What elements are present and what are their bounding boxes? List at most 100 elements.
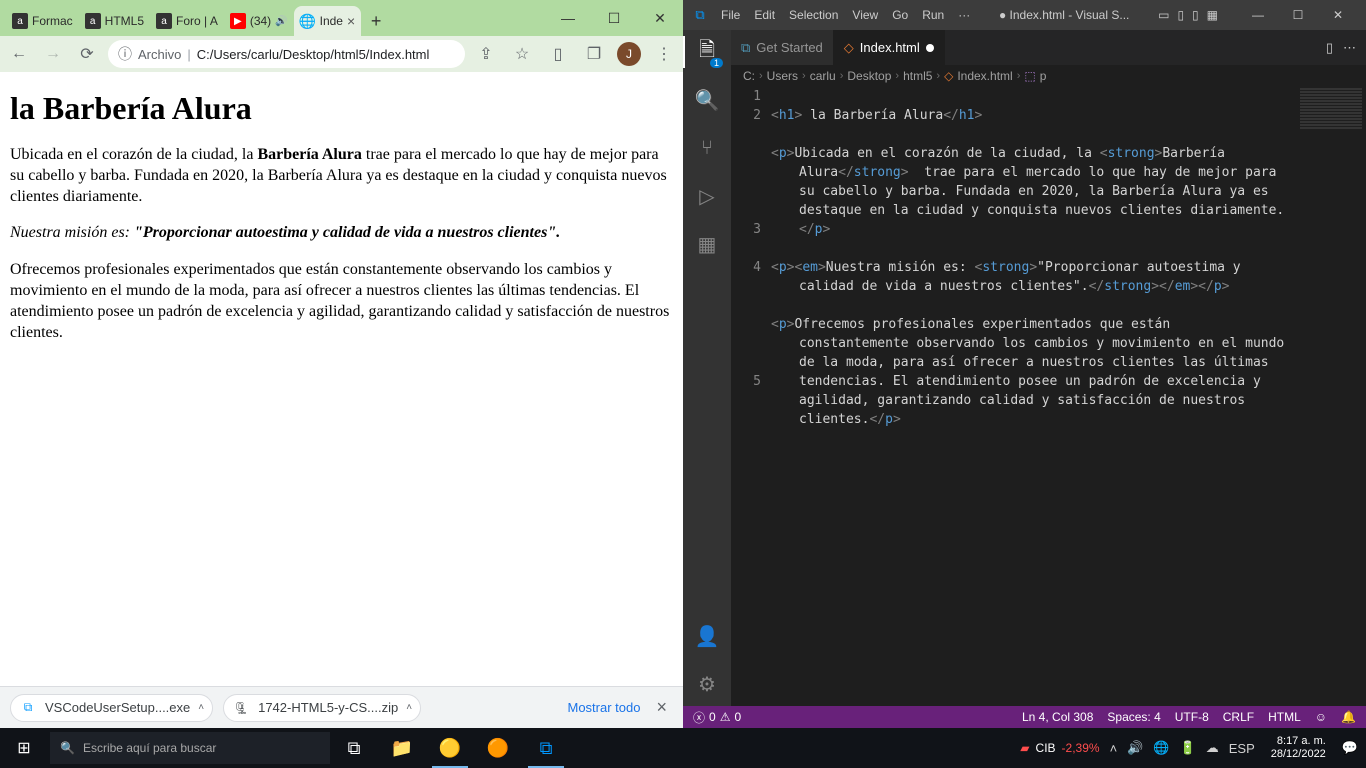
new-tab-button[interactable]: + xyxy=(361,6,391,36)
chevron-right-icon: › xyxy=(802,70,806,82)
crumb[interactable]: html5 xyxy=(903,69,932,83)
taskbar-search[interactable]: 🔍 Escribe aquí para buscar xyxy=(50,732,330,764)
minimize-button[interactable]: — xyxy=(1238,8,1278,22)
status-problems[interactable]: ⓧ 0 ⚠ 0 xyxy=(693,709,741,726)
text-strong: Barbería Alura xyxy=(257,146,361,163)
status-eol[interactable]: CRLF xyxy=(1223,710,1254,724)
network-icon[interactable]: 🌐 xyxy=(1153,740,1169,756)
maximize-button[interactable]: ☐ xyxy=(591,0,637,36)
language-indicator[interactable]: ESP xyxy=(1229,741,1255,756)
menu-edit[interactable]: Edit xyxy=(754,8,775,22)
warning-count: 0 xyxy=(734,710,741,724)
menu-view[interactable]: View xyxy=(852,8,878,22)
tab-index-active[interactable]: 🌐Inde× xyxy=(294,6,362,36)
layout-right-icon[interactable]: ▯ xyxy=(1192,8,1199,22)
crumb[interactable]: Users xyxy=(767,69,798,83)
close-button[interactable]: ✕ xyxy=(637,0,683,36)
more-actions-icon[interactable]: ⋯ xyxy=(1343,40,1356,56)
status-language[interactable]: HTML xyxy=(1268,710,1301,724)
vscode-body: 🗎1 🔍 ⑂ ▷ ▦ 👤 ⚙ ⧉Get Started ◇Index.html … xyxy=(683,30,1366,706)
action-center-icon[interactable]: 💬 xyxy=(1342,740,1358,756)
tab-index-html[interactable]: ◇Index.html xyxy=(834,30,945,65)
layout-panel-icon[interactable]: ▯ xyxy=(1177,8,1184,22)
search-icon[interactable]: 🔍 xyxy=(693,86,721,114)
stock-widget[interactable]: ▰ CIB -2,39% xyxy=(1020,741,1099,755)
source-control-icon[interactable]: ⑂ xyxy=(693,134,721,162)
forward-button[interactable]: → xyxy=(40,41,66,67)
layout-grid-icon[interactable]: ▦ xyxy=(1207,8,1218,22)
back-button[interactable]: ← xyxy=(6,41,32,67)
vscode-app-icon[interactable]: ⧉ xyxy=(522,728,570,768)
status-encoding[interactable]: UTF-8 xyxy=(1175,710,1209,724)
url-scheme-label: Archivo xyxy=(138,47,181,62)
file-explorer-icon[interactable]: 📁 xyxy=(378,728,426,768)
sidepanel-icon[interactable]: ▯ xyxy=(545,41,571,67)
reload-button[interactable]: ⟳ xyxy=(74,41,100,67)
chrome-app-icon[interactable]: 🟡 xyxy=(426,728,474,768)
tab-html5[interactable]: aHTML5 xyxy=(79,6,150,36)
download-item-zip[interactable]: 🗜 1742-HTML5-y-CS....zip ˄ xyxy=(223,694,421,722)
system-tray: ▰ CIB -2,39% ˄ 🔊 🌐 🔋 ☁ ESP 8:17 a. m. 28… xyxy=(1012,735,1366,761)
chevron-up-icon[interactable]: ˄ xyxy=(406,702,412,713)
explorer-icon[interactable]: 🗎1 xyxy=(693,38,721,66)
maximize-button[interactable]: ☐ xyxy=(1278,8,1318,22)
code-editor[interactable]: 1 2..... 3. 4..... 5 <h1> la Barbería Al… xyxy=(731,87,1366,706)
tray-chevron-icon[interactable]: ˄ xyxy=(1110,741,1118,756)
menu-file[interactable]: File xyxy=(721,8,740,22)
close-button[interactable]: ✕ xyxy=(1318,8,1358,22)
stock-name: CIB xyxy=(1036,741,1056,755)
tab-youtube[interactable]: ▶(34)🔊 xyxy=(224,6,294,36)
crumb[interactable]: carlu xyxy=(810,69,836,83)
close-downloads-bar[interactable]: × xyxy=(650,697,673,718)
sound-icon[interactable]: 🔊 xyxy=(275,16,287,27)
text-em: Nuestra misión es: xyxy=(10,224,134,241)
bookmark-icon[interactable]: ☆ xyxy=(509,41,535,67)
profile-avatar[interactable]: J xyxy=(617,42,641,66)
status-cursor[interactable]: Ln 4, Col 308 xyxy=(1022,710,1093,724)
feedback-icon[interactable]: ☺ xyxy=(1315,710,1327,724)
tab-get-started[interactable]: ⧉Get Started xyxy=(731,30,834,65)
address-bar[interactable]: ⓘ Archivo | C:/Users/carlu/Desktop/html5… xyxy=(108,40,465,68)
breadcrumb[interactable]: C:› Users› carlu› Desktop› html5› ◇Index… xyxy=(731,65,1366,87)
notifications-icon[interactable]: 🔔 xyxy=(1341,710,1356,724)
share-icon[interactable]: ⇪ xyxy=(473,41,499,67)
search-placeholder: Escribe aquí para buscar xyxy=(83,741,216,755)
site-info-icon[interactable]: ⓘ xyxy=(118,44,132,64)
menu-run[interactable]: Run xyxy=(922,8,944,22)
code-content[interactable]: <h1> la Barbería Alura</h1> <p>Ubicada e… xyxy=(771,87,1366,706)
close-icon[interactable]: × xyxy=(347,13,355,29)
tab-foro[interactable]: aForo | A xyxy=(150,6,224,36)
show-all-downloads[interactable]: Mostrar todo xyxy=(568,700,641,715)
menu-go[interactable]: Go xyxy=(892,8,908,22)
status-spaces[interactable]: Spaces: 4 xyxy=(1107,710,1160,724)
avatar-letter: J xyxy=(626,47,632,61)
crumb[interactable]: C: xyxy=(743,69,755,83)
minimap[interactable] xyxy=(1296,87,1366,706)
account-icon[interactable]: 👤 xyxy=(693,622,721,650)
onedrive-icon[interactable]: ☁ xyxy=(1206,740,1219,756)
layout-toggle-icon[interactable]: ▭ xyxy=(1158,8,1169,22)
clock[interactable]: 8:17 a. m. 28/12/2022 xyxy=(1265,735,1332,761)
minimize-button[interactable]: — xyxy=(545,0,591,36)
crumb[interactable]: p xyxy=(1040,69,1047,83)
settings-gear-icon[interactable]: ⚙ xyxy=(693,670,721,698)
task-view-icon[interactable]: ⧉ xyxy=(330,728,378,768)
menu-selection[interactable]: Selection xyxy=(789,8,838,22)
time: 8:17 a. m. xyxy=(1271,735,1326,748)
tab-formacion[interactable]: aFormac xyxy=(6,6,79,36)
crumb[interactable]: Index.html xyxy=(957,69,1012,83)
split-editor-icon[interactable]: ▯ xyxy=(1326,40,1333,56)
menu-more[interactable]: ··· xyxy=(958,8,970,22)
extensions-icon[interactable]: ▦ xyxy=(693,230,721,258)
menu-icon[interactable]: ⋮ xyxy=(651,41,677,67)
crumb[interactable]: Desktop xyxy=(847,69,891,83)
volume-icon[interactable]: 🔊 xyxy=(1127,740,1143,756)
badge: 1 xyxy=(710,58,723,68)
run-debug-icon[interactable]: ▷ xyxy=(693,182,721,210)
start-button[interactable]: ⊞ xyxy=(0,728,48,768)
download-item-vscode[interactable]: ⧉ VSCodeUserSetup....exe ˄ xyxy=(10,694,213,722)
battery-icon[interactable]: 🔋 xyxy=(1180,740,1196,756)
chevron-up-icon[interactable]: ˄ xyxy=(198,702,204,713)
extensions-icon[interactable]: ❐ xyxy=(581,41,607,67)
chrome-canary-icon[interactable]: 🟠 xyxy=(474,728,522,768)
